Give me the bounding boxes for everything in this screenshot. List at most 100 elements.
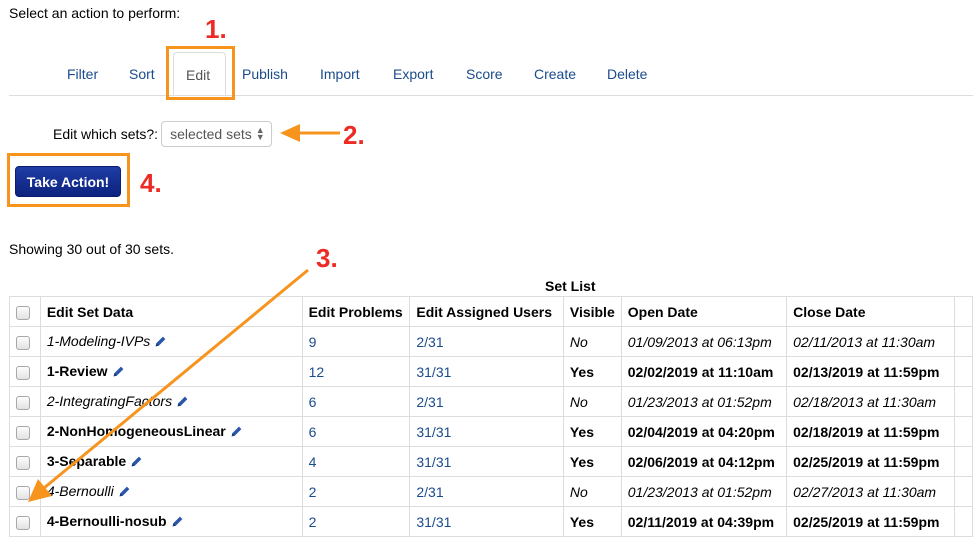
row-checkbox[interactable]	[16, 365, 30, 380]
pencil-edit-icon[interactable]	[230, 425, 243, 441]
edit-users-link[interactable]: 31/31	[416, 364, 451, 380]
row-checkbox[interactable]	[16, 515, 30, 530]
truncated-cell	[953, 326, 973, 357]
row-checkbox[interactable]	[16, 455, 30, 470]
edit-users-link[interactable]: 31/31	[416, 514, 451, 530]
visible-cell: Yes	[562, 416, 622, 447]
edit-problems-link[interactable]: 9	[309, 334, 317, 350]
visible-cell: No	[562, 476, 622, 507]
edit-users-link[interactable]: 31/31	[416, 424, 451, 440]
edit-problems-link[interactable]: 4	[309, 454, 317, 470]
pencil-edit-icon[interactable]	[112, 365, 125, 381]
tab-export[interactable]: Export	[393, 66, 433, 82]
header-close-date: Close Date	[786, 296, 955, 327]
edit-problems-link[interactable]: 6	[309, 394, 317, 410]
edit-users-link[interactable]: 2/31	[416, 334, 443, 350]
close-date-cell: 02/27/2013 at 11:30am	[786, 476, 955, 507]
set-name[interactable]: 1-Review	[47, 363, 108, 379]
annotation-number-1: 1.	[205, 14, 227, 44]
set-name[interactable]: 4-Bernoulli	[47, 483, 114, 499]
tab-filter[interactable]: Filter	[67, 66, 98, 82]
select-value: selected sets	[170, 126, 252, 142]
tab-score[interactable]: Score	[466, 66, 503, 82]
users-cell: 31/31	[409, 506, 564, 537]
tab-delete[interactable]: Delete	[607, 66, 647, 82]
truncated-cell	[953, 506, 973, 537]
action-prompt: Select an action to perform:	[9, 5, 181, 21]
pencil-edit-icon[interactable]	[176, 395, 189, 411]
table-body: 1-Modeling-IVPs 9 2/31 No 01/09/2013 at 06:1…	[9, 326, 973, 537]
close-date-cell: 02/25/2019 at 11:59pm	[786, 506, 955, 537]
set-name[interactable]: 1-Modeling-IVPs	[47, 333, 151, 349]
row-checkbox[interactable]	[16, 335, 30, 350]
close-date-cell: 02/25/2019 at 11:59pm	[786, 446, 955, 477]
row-select-cell	[9, 416, 41, 447]
pencil-edit-icon[interactable]	[130, 455, 143, 471]
visible-cell: Yes	[562, 506, 622, 537]
truncated-cell	[953, 386, 973, 417]
close-date-cell: 02/18/2019 at 11:59pm	[786, 416, 955, 447]
set-list-table: Edit Set Data Edit Problems Edit Assigne…	[9, 296, 973, 537]
edit-which-sets-select[interactable]: selected sets ▲ ▼	[161, 121, 272, 147]
set-name[interactable]: 3-Separable	[47, 453, 126, 469]
users-cell: 31/31	[409, 416, 564, 447]
edit-which-sets-label: Edit which sets?:	[53, 126, 159, 142]
pencil-edit-icon[interactable]	[154, 335, 167, 351]
set-name[interactable]: 4-Bernoulli-nosub	[47, 513, 167, 529]
close-date-cell: 02/18/2013 at 11:30am	[786, 386, 955, 417]
tab-sort[interactable]: Sort	[129, 66, 155, 82]
open-date-cell: 01/23/2013 at 01:52pm	[620, 386, 788, 417]
set-name-cell: 4-Bernoulli	[39, 476, 303, 507]
annotation-box-take-action	[7, 153, 130, 207]
annotation-box-edit-tab	[166, 46, 235, 100]
edit-users-link[interactable]: 2/31	[416, 394, 443, 410]
problems-cell: 2	[301, 506, 411, 537]
select-all-checkbox[interactable]	[16, 305, 30, 320]
row-select-cell	[9, 506, 41, 537]
edit-problems-link[interactable]: 6	[309, 424, 317, 440]
edit-users-link[interactable]: 31/31	[416, 454, 451, 470]
truncated-cell	[953, 476, 973, 507]
set-name[interactable]: 2-NonHomogeneousLinear	[47, 423, 226, 439]
pencil-edit-icon[interactable]	[118, 485, 131, 501]
pencil-edit-icon[interactable]	[171, 515, 184, 531]
tab-publish[interactable]: Publish	[242, 66, 288, 82]
set-name-cell: 1-Review	[39, 356, 303, 387]
open-date-cell: 02/06/2019 at 04:12pm	[620, 446, 788, 477]
header-edit-assigned-users: Edit Assigned Users	[409, 296, 564, 327]
annotation-number-3: 3.	[316, 243, 338, 273]
edit-problems-link[interactable]: 2	[309, 484, 317, 500]
visible-cell: No	[562, 326, 622, 357]
users-cell: 2/31	[409, 386, 564, 417]
table-row: 4-Bernoulli 2 2/31 No 01/23/2013 at 01:52pm 0…	[9, 476, 973, 507]
edit-problems-link[interactable]: 12	[309, 364, 325, 380]
edit-problems-link[interactable]: 2	[309, 514, 317, 530]
header-visible: Visible	[562, 296, 622, 327]
row-checkbox[interactable]	[16, 485, 30, 500]
open-date-cell: 02/11/2019 at 04:39pm	[620, 506, 788, 537]
table-row: 1-Review 12 31/31 Yes 02/02/2019 at 11:10am 0…	[9, 356, 973, 387]
row-checkbox[interactable]	[16, 425, 30, 440]
set-name[interactable]: 2-IntegratingFactors	[47, 393, 172, 409]
users-cell: 2/31	[409, 326, 564, 357]
showing-count: Showing 30 out of 30 sets.	[9, 241, 174, 257]
truncated-cell	[953, 446, 973, 477]
tab-import[interactable]: Import	[320, 66, 360, 82]
problems-cell: 6	[301, 386, 411, 417]
open-date-cell: 02/04/2019 at 04:20pm	[620, 416, 788, 447]
tab-create[interactable]: Create	[534, 66, 576, 82]
open-date-cell: 01/09/2013 at 06:13pm	[620, 326, 788, 357]
problems-cell: 9	[301, 326, 411, 357]
users-cell: 31/31	[409, 356, 564, 387]
header-open-date: Open Date	[620, 296, 788, 327]
set-name-cell: 2-IntegratingFactors	[39, 386, 303, 417]
edit-users-link[interactable]: 2/31	[416, 484, 443, 500]
set-name-cell: 3-Separable	[39, 446, 303, 477]
problems-cell: 2	[301, 476, 411, 507]
row-checkbox[interactable]	[16, 395, 30, 410]
open-date-cell: 01/23/2013 at 01:52pm	[620, 476, 788, 507]
problems-cell: 4	[301, 446, 411, 477]
select-all-cell	[9, 296, 41, 327]
row-select-cell	[9, 356, 41, 387]
visible-cell: Yes	[562, 356, 622, 387]
